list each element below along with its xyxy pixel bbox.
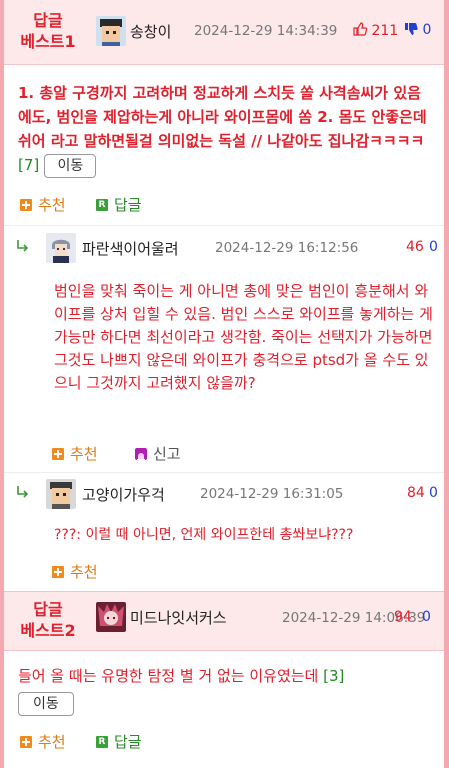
reply-button[interactable]: R 답글: [96, 731, 142, 752]
move-button[interactable]: 이동: [18, 692, 74, 716]
comment-list: 답글 베스트1 송창이 2024-12-29 14:34:39 211 0 1.…: [4, 0, 444, 768]
thumbs-down-icon: [404, 22, 422, 38]
plus-icon: [20, 735, 32, 748]
reply-button[interactable]: R 답글: [96, 194, 142, 215]
best-comment-header: 답글 베스트2 미드나잇서커스 2024-12-29 14:06:39 94 0: [4, 591, 444, 651]
upvote-count[interactable]: 94: [394, 609, 412, 625]
timestamp: 2024-12-29 14:34:39: [194, 23, 338, 39]
comment-body: 들어 올 때는 유명한 탐정 별 거 없는 이유였는데: [18, 667, 319, 685]
plus-icon: [52, 565, 64, 578]
comment-text: 1. 총알 구경까지 고려하며 정교하게 스치듯 쏠 사격솜씨가 있음에도, 범…: [18, 81, 433, 178]
best-badge-line1: 답글: [33, 11, 63, 30]
report-label: 신고: [153, 445, 181, 463]
downvote[interactable]: 0: [404, 22, 431, 38]
plus-icon: [52, 447, 64, 460]
reply-label: 답글: [114, 733, 142, 751]
recommend-button[interactable]: 추천: [52, 561, 98, 582]
comment-text: ???: 이럴 때 아니면, 언제 와이프한테 총쏴보냐???: [54, 527, 354, 543]
username[interactable]: 파란색이어울려: [82, 238, 179, 259]
thumbs-up-icon: [353, 22, 371, 39]
reply-arrow-icon: [17, 240, 29, 252]
recommend-label: 추천: [70, 563, 98, 581]
divider: [4, 225, 444, 226]
reply-icon: R: [96, 198, 108, 211]
avatar[interactable]: [96, 16, 126, 46]
recommend-button[interactable]: 추천: [52, 443, 98, 464]
upvote-count[interactable]: 84: [407, 485, 425, 501]
best-badge-line2: 베스트1: [20, 32, 76, 51]
recommend-label: 추천: [38, 196, 66, 214]
upvote-count[interactable]: 46: [406, 239, 424, 255]
timestamp: 2024-12-29 16:31:05: [200, 486, 344, 502]
username[interactable]: 미드나잇서커스: [130, 607, 227, 628]
reply-label: 답글: [114, 196, 142, 214]
best-badge: 답글 베스트1: [18, 10, 78, 52]
move-button[interactable]: 이동: [44, 153, 97, 178]
upvote-count: 211: [371, 23, 399, 39]
best-badge: 답글 베스트2: [18, 599, 78, 641]
username[interactable]: 송창이: [130, 21, 171, 42]
reply-icon: R: [96, 735, 108, 748]
plus-icon: [20, 198, 32, 211]
comment-text: 들어 올 때는 유명한 탐정 별 거 없는 이유였는데 [3]: [18, 665, 433, 688]
downvote-count[interactable]: 0: [429, 485, 438, 501]
reply-count: [3]: [323, 667, 345, 685]
recommend-label: 추천: [38, 733, 66, 751]
upvote[interactable]: 211: [353, 22, 398, 39]
reply-arrow-icon: [17, 486, 29, 498]
best-badge-line2: 베스트2: [20, 621, 76, 640]
avatar[interactable]: [96, 602, 126, 632]
avatar[interactable]: [46, 479, 76, 509]
comment-body: 1. 총알 구경까지 고려하며 정교하게 스치듯 쏠 사격솜씨가 있음에도, 범…: [18, 84, 427, 150]
reply-count: [7]: [18, 156, 40, 174]
recommend-button[interactable]: 추천: [20, 731, 66, 752]
best-badge-line1: 답글: [33, 600, 63, 619]
divider: [4, 472, 444, 473]
recommend-label: 추천: [70, 445, 98, 463]
recommend-button[interactable]: 추천: [20, 194, 66, 215]
downvote-count[interactable]: 0: [422, 609, 431, 625]
downvote-count[interactable]: 0: [429, 239, 438, 255]
report-button[interactable]: 신고: [135, 443, 181, 464]
timestamp: 2024-12-29 16:12:56: [215, 240, 359, 256]
avatar[interactable]: [46, 233, 76, 263]
comment-text: 범인을 맞춰 죽이는 게 아니면 총에 맞은 범인이 흥분해서 와이프를 상처 …: [54, 282, 433, 392]
siren-icon: [135, 447, 147, 461]
downvote-count: 0: [422, 22, 432, 38]
username[interactable]: 고양이가우걱: [82, 484, 165, 505]
best-comment-header: 답글 베스트1 송창이 2024-12-29 14:34:39 211 0: [4, 0, 444, 65]
